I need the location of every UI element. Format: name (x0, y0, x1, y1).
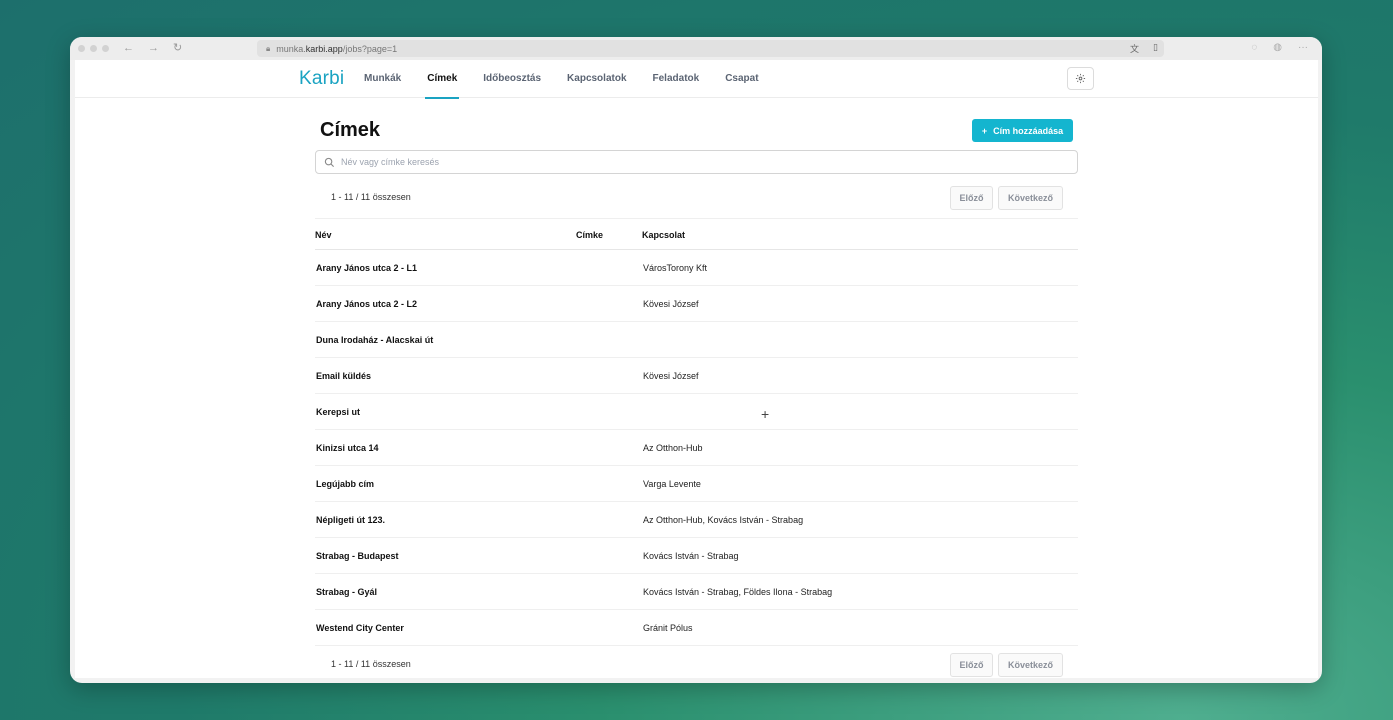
address-contact: Kövesi József (643, 371, 699, 381)
prev-page-button[interactable]: Előző (950, 186, 993, 210)
browser-toolbar: ← → ↻ 🔒︎ munka. karbi.app/jobs?page=1 文 ▯… (70, 37, 1322, 60)
minimize-window-button[interactable] (90, 45, 97, 52)
address-name[interactable]: Westend City Center (316, 623, 404, 633)
web-page: Karbi Munkák Címek Időbeosztás Kapcsolat… (75, 60, 1318, 678)
more-menu-icon[interactable]: ··· (1298, 42, 1308, 53)
pagination-summary: 1 - 11 / 11 összesen (331, 192, 411, 202)
table-row[interactable]: Arany János utca 2 - L1 VárosTorony Kft (315, 250, 1078, 286)
column-header-contact[interactable]: Kapcsolat (642, 230, 685, 240)
prev-page-button[interactable]: Előző (950, 653, 993, 677)
profile-icon[interactable]: ◍ (1273, 42, 1282, 53)
address-name[interactable]: Kerepsi ut (316, 407, 360, 417)
nav-item-munkak[interactable]: Munkák (364, 60, 401, 98)
page-title: Címek (320, 119, 381, 141)
address-name[interactable]: Strabag - Gyál (316, 587, 377, 597)
table-row[interactable]: Kerepsi ut (315, 394, 1078, 430)
table-row[interactable]: Népligeti út 123. Az Otthon-Hub, Kovács I… (315, 502, 1078, 538)
table-body: Arany János utca 2 - L1 VárosTorony Kft Ar… (315, 250, 1078, 646)
back-arrow-icon[interactable]: ← (123, 43, 134, 54)
pagination-bottom: 1 - 11 / 11 összesen Előző Következő (315, 653, 1078, 677)
crosshair-cursor: + (761, 406, 770, 422)
nav-item-kapcsolatok[interactable]: Kapcsolatok (567, 60, 626, 98)
address-contact: VárosTorony Kft (643, 263, 708, 273)
table-row[interactable]: Email küldés Kövesi József (315, 358, 1078, 394)
pagination-top: 1 - 11 / 11 összesen Előző Következő (315, 186, 1078, 210)
address-name[interactable]: Email küldés (316, 371, 371, 381)
reload-icon[interactable]: ↻ (173, 43, 182, 54)
plus-icon: + (981, 125, 988, 136)
address-contact: Az Otthon-Hub, Kovács István - Strabag (643, 515, 804, 525)
next-page-button[interactable]: Következő (998, 653, 1063, 677)
nav-menu: Munkák Címek Időbeosztás Kapcsolatok Fel… (364, 60, 785, 99)
table-header: Név Címke Kapcsolat (315, 218, 1078, 250)
close-window-button[interactable] (78, 45, 85, 52)
search-icon (324, 157, 335, 167)
next-page-button[interactable]: Következő (998, 186, 1063, 210)
top-navigation: Karbi Munkák Címek Időbeosztás Kapcsolat… (75, 60, 1318, 99)
address-name[interactable]: Kinizsi utca 14 (316, 443, 379, 453)
table-row[interactable]: Strabag - Gyál Kovács István - Strabag, F… (315, 574, 1078, 610)
lock-icon: 🔒︎ (266, 43, 271, 53)
add-address-label: Cím hozzáadása (993, 125, 1064, 136)
address-name[interactable]: Duna Irodaház - Alacskai út (316, 335, 433, 345)
address-name[interactable]: Arany János utca 2 - L2 (316, 299, 417, 309)
nav-item-idobeosztas[interactable]: Időbeosztás (483, 60, 541, 98)
pagination-summary: 1 - 11 / 11 összesen (331, 659, 411, 669)
address-contact: Kovács István - Strabag, Földes Ilona - … (643, 587, 833, 597)
reader-mode-icon[interactable]: ▯ (1153, 42, 1158, 55)
nav-item-feladatok[interactable]: Feladatok (653, 60, 700, 98)
search-input[interactable]: Név vagy címke keresés (315, 150, 1078, 174)
addresses-table: Név Címke Kapcsolat Arany János utca 2 -… (315, 218, 1078, 646)
address-contact: Kovács István - Strabag (643, 551, 739, 561)
address-contact: Az Otthon-Hub (643, 443, 703, 453)
url-prefix: munka. (276, 43, 306, 54)
forward-arrow-icon[interactable]: → (148, 43, 159, 54)
translate-icon[interactable]: 文 (1130, 42, 1139, 55)
address-name[interactable]: Legújabb cím (316, 479, 374, 489)
table-row[interactable]: Duna Irodaház - Alacskai út (315, 322, 1078, 358)
column-header-name[interactable]: Név (315, 230, 332, 240)
nav-item-csapat[interactable]: Csapat (725, 60, 758, 98)
address-contact: Kövesi József (643, 299, 699, 309)
browser-window: ← → ↻ 🔒︎ munka. karbi.app/jobs?page=1 文 ▯… (70, 37, 1322, 683)
add-address-button[interactable]: + Cím hozzáadása (972, 119, 1073, 142)
karbi-logo[interactable]: Karbi (299, 68, 344, 90)
address-contact: Gránit Pólus (643, 623, 693, 633)
search-placeholder: Név vagy címke keresés (341, 157, 440, 167)
gear-icon (1075, 73, 1086, 84)
address-name[interactable]: Arany János utca 2 - L1 (316, 263, 417, 273)
table-row[interactable]: Strabag - Budapest Kovács István - Straba… (315, 538, 1078, 574)
settings-button[interactable] (1067, 67, 1094, 90)
window-controls (78, 45, 109, 52)
table-row[interactable]: Arany János utca 2 - L2 Kövesi József (315, 286, 1078, 322)
url-path: /jobs?page=1 (342, 43, 398, 54)
address-name[interactable]: Népligeti út 123. (316, 515, 385, 525)
address-name[interactable]: Strabag - Budapest (316, 551, 399, 561)
nav-item-cimek[interactable]: Címek (425, 60, 460, 99)
url-domain: karbi.app (305, 43, 343, 54)
column-header-tag[interactable]: Címke (576, 230, 603, 240)
table-row[interactable]: Kinizsi utca 14 Az Otthon-Hub (315, 430, 1078, 466)
table-row[interactable]: Westend City Center Gránit Pólus (315, 610, 1078, 646)
table-row[interactable]: Legújabb cím Varga Levente (315, 466, 1078, 502)
maximize-window-button[interactable] (102, 45, 109, 52)
extension-icon[interactable]: ◌ (1251, 42, 1257, 53)
address-bar[interactable]: 🔒︎ munka. karbi.app/jobs?page=1 文 ▯ (257, 40, 1164, 57)
address-contact: Varga Levente (643, 479, 701, 489)
